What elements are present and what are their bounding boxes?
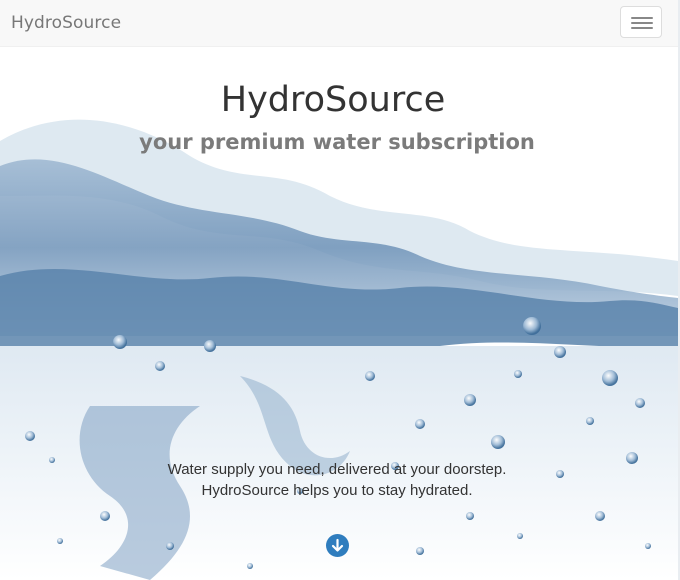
hero-subtitle: your premium water subscription xyxy=(139,130,535,154)
hero-description-line2: HydroSource helps you to stay hydrated. xyxy=(201,482,473,499)
landing-page: HydroSource HydroSource your premium wat… xyxy=(0,0,680,580)
brand-link[interactable]: HydroSource xyxy=(11,13,121,33)
hero-description-line1: Water supply you need, delivered at your… xyxy=(167,461,507,478)
scroll-down-button[interactable] xyxy=(326,534,349,557)
hero-title: HydroSource xyxy=(220,80,446,120)
arrow-down-circle-icon xyxy=(331,538,344,552)
menu-toggle-button[interactable] xyxy=(620,6,662,38)
navbar: HydroSource xyxy=(0,0,678,47)
hero-description: Water supply you need, delivered at your… xyxy=(0,459,674,501)
